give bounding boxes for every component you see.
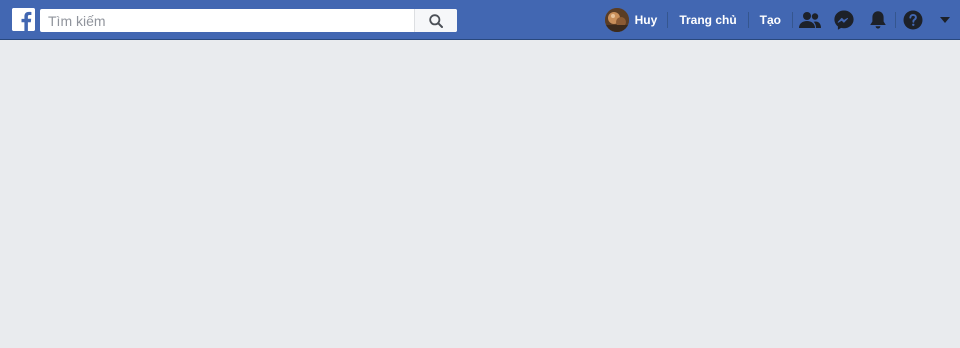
search-icon [429,13,443,28]
main-content-area [0,40,960,348]
search-button[interactable] [414,9,457,32]
top-navigation-bar: Huy Trang chủ Tạo [0,0,960,40]
create-link[interactable]: Tạo [749,0,792,40]
notifications-button[interactable] [861,0,895,40]
profile-link[interactable]: Huy [604,0,668,40]
home-link-label: Trang chủ [679,13,737,27]
search-box [40,9,457,32]
caret-down-icon [940,17,950,23]
account-menu-button[interactable] [930,0,960,40]
facebook-logo-icon[interactable] [12,8,35,31]
avatar [604,8,629,32]
bell-icon [870,11,886,29]
profile-name: Huy [634,13,658,27]
friend-requests-button[interactable] [793,0,827,40]
help-icon [903,10,923,30]
home-link[interactable]: Trang chủ [668,0,747,40]
search-input[interactable] [40,9,414,32]
messenger-button[interactable] [827,0,861,40]
messenger-icon [834,10,854,30]
help-button[interactable] [896,0,930,40]
create-link-label: Tạo [759,13,781,27]
navigation-right: Huy Trang chủ Tạo [604,0,960,40]
friends-icon [799,12,821,28]
